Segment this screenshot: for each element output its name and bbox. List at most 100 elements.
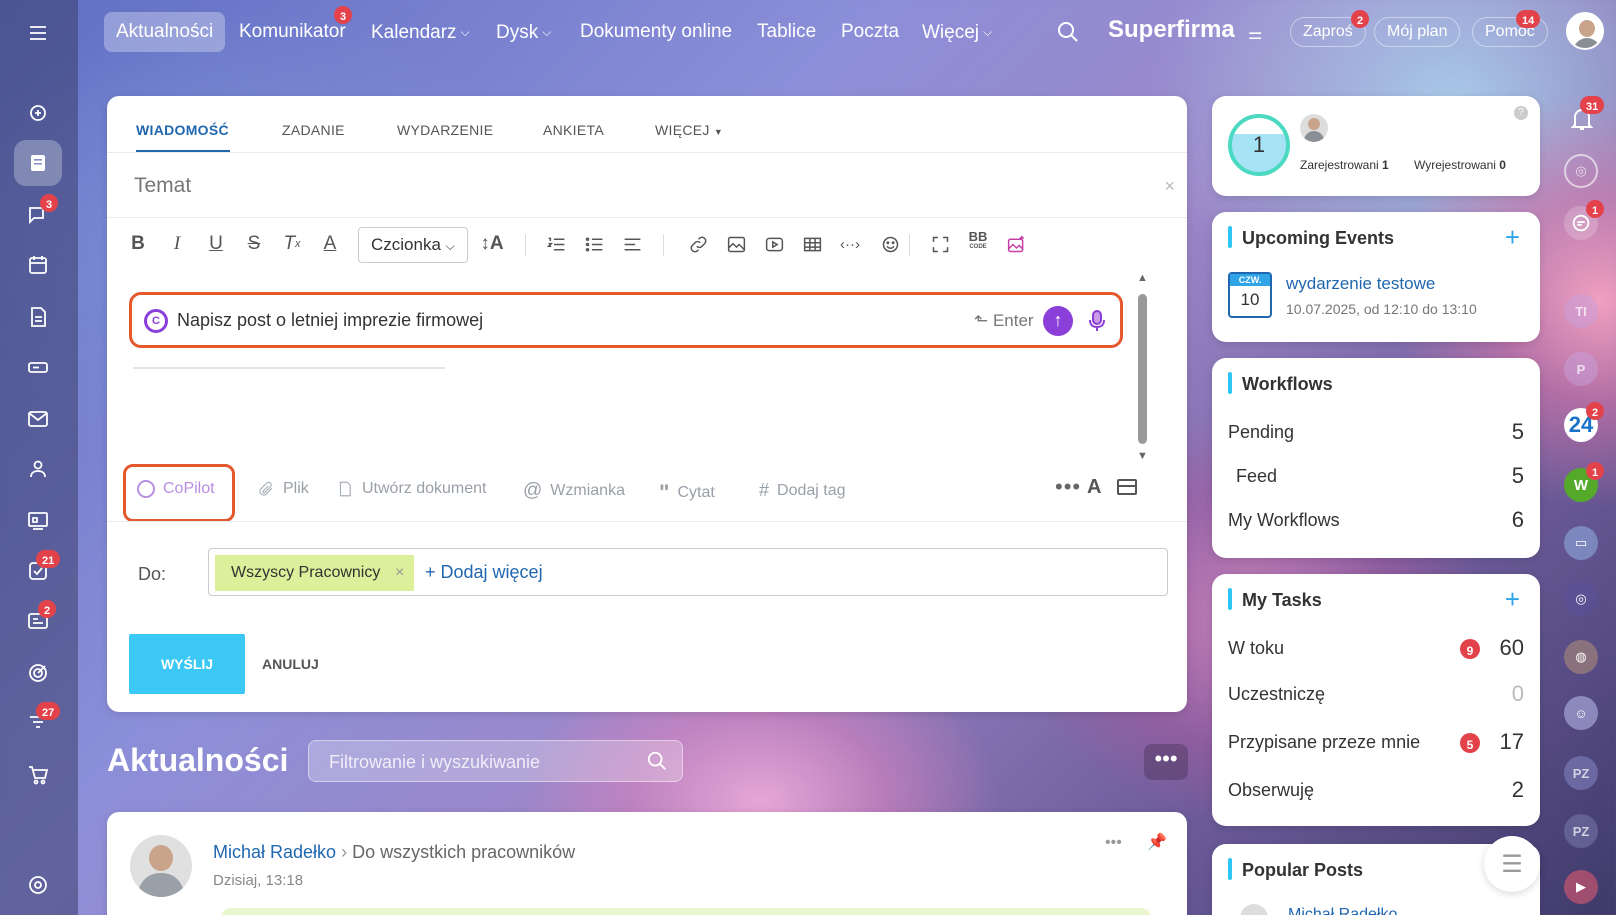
task-row-in-progress[interactable]: W toku 9 60 xyxy=(1228,635,1524,660)
scroll-up-icon[interactable]: ▲ xyxy=(1137,272,1149,284)
submit-arrow-icon[interactable]: ↑ xyxy=(1043,306,1073,336)
document-icon[interactable] xyxy=(14,294,62,340)
microphone-icon[interactable] xyxy=(1087,307,1107,340)
popular-author[interactable]: Michał Radełko xyxy=(1288,906,1397,915)
task-row-participating[interactable]: Uczestniczę 0 xyxy=(1228,681,1524,706)
strikethrough-icon[interactable]: S xyxy=(241,231,267,257)
search-icon[interactable] xyxy=(1056,20,1080,49)
calendar-icon[interactable] xyxy=(14,242,62,288)
add-task-icon[interactable]: + xyxy=(1505,584,1520,615)
post-more-icon[interactable]: ••• xyxy=(1105,834,1122,852)
ai-image-icon[interactable] xyxy=(1003,231,1029,257)
video-icon[interactable] xyxy=(761,231,787,257)
scrollbar-thumb[interactable] xyxy=(1138,294,1147,444)
contact-avatar-2[interactable]: P xyxy=(1564,352,1598,386)
task-row-assigned[interactable]: Przypisane przeze mnie 5 17 xyxy=(1228,729,1524,754)
crm-icon[interactable]: 2 xyxy=(14,598,62,644)
contact-avatar-4[interactable]: PZ xyxy=(1564,814,1598,848)
add-event-icon[interactable]: + xyxy=(1505,222,1520,253)
task-row-following[interactable]: Obserwuję 2 xyxy=(1228,777,1524,802)
mention-button[interactable]: @ Wzmianka xyxy=(523,480,625,502)
quote-button[interactable]: " Cytat xyxy=(659,480,715,506)
clear-format-icon[interactable]: Tx xyxy=(279,231,305,257)
file-button[interactable]: Plik xyxy=(257,480,309,498)
create-document-button[interactable]: Utwórz dokument xyxy=(336,480,487,498)
link-icon[interactable] xyxy=(685,231,711,257)
panel-toggle-icon[interactable] xyxy=(1117,479,1137,495)
company-name[interactable]: Superfirma xyxy=(1108,16,1235,44)
scroll-down-icon[interactable]: ▼ xyxy=(1137,450,1149,462)
nav-dokumenty[interactable]: Dokumenty online xyxy=(568,12,744,52)
tab-task[interactable]: ZADANIE xyxy=(282,122,345,138)
close-icon[interactable]: × xyxy=(1164,176,1175,197)
align-icon[interactable] xyxy=(619,231,645,257)
nav-aktualnosci[interactable]: Aktualności xyxy=(104,12,226,52)
font-size-icon[interactable]: ↕A xyxy=(479,231,505,257)
search-icon[interactable] xyxy=(646,750,668,777)
send-button[interactable]: WYŚLIJ xyxy=(129,634,245,694)
bold-icon[interactable]: B xyxy=(125,231,151,257)
add-tag-button[interactable]: # Dodaj tag xyxy=(759,480,846,501)
subject-field[interactable]: Temat xyxy=(134,174,191,198)
underline-icon[interactable]: U xyxy=(203,231,229,257)
nav-wiecej[interactable]: Więcej ⌵ xyxy=(910,12,1004,52)
add-more-link[interactable]: + Dodaj więcej xyxy=(425,562,543,583)
feed-search[interactable]: Filtrowanie i wyszukiwanie xyxy=(308,740,683,782)
settings-icon[interactable] xyxy=(14,862,62,908)
font-select[interactable]: Czcionka ⌵ xyxy=(358,227,468,263)
fullscreen-icon[interactable] xyxy=(927,231,953,257)
copilot-chat-icon[interactable]: ◎ xyxy=(1564,582,1598,616)
nav-kalendarz[interactable]: Kalendarz ⌵ xyxy=(359,12,482,52)
copilot-prompt-input[interactable]: Napisz post o letniej imprezie firmowej xyxy=(177,310,483,331)
my-plan-button[interactable]: Mój plan xyxy=(1374,17,1461,47)
employees-icon[interactable] xyxy=(14,446,62,492)
nav-tablice[interactable]: Tablice xyxy=(745,12,828,52)
post-audience[interactable]: Do wszystkich pracowników xyxy=(352,842,575,862)
contact-avatar-3[interactable]: PZ xyxy=(1564,756,1598,790)
contact-avatar-1[interactable]: TI xyxy=(1564,294,1598,328)
feed-search-input[interactable]: Filtrowanie i wyszukiwanie xyxy=(329,752,540,773)
event-title[interactable]: wydarzenie testowe xyxy=(1286,274,1435,294)
post-author[interactable]: Michał Radełko xyxy=(213,842,336,862)
mail-icon[interactable] xyxy=(14,396,62,442)
list-icon[interactable]: ☰ xyxy=(1484,836,1540,892)
tab-more[interactable]: WIĘCEJ ▼ xyxy=(655,122,723,138)
pin-icon[interactable]: 📌 xyxy=(1147,832,1167,852)
video-call-icon[interactable]: ▶ xyxy=(1564,870,1598,904)
more-dots-icon[interactable]: ••• xyxy=(1055,474,1081,500)
numbered-list-icon[interactable] xyxy=(543,231,569,257)
projects-icon[interactable]: 27 xyxy=(14,700,62,746)
nav-dysk[interactable]: Dysk ⌵ xyxy=(484,12,563,52)
drive-icon[interactable] xyxy=(14,344,62,390)
shop-icon[interactable] xyxy=(14,752,62,798)
author-avatar[interactable] xyxy=(130,835,192,897)
feed-icon[interactable] xyxy=(14,140,62,186)
remove-recipient-icon[interactable]: × xyxy=(395,555,404,591)
bullet-list-icon[interactable] xyxy=(581,231,607,257)
code-icon[interactable]: ‹··› xyxy=(837,231,863,257)
workflow-row-my[interactable]: My Workflows 6 xyxy=(1228,507,1524,532)
sites-icon[interactable] xyxy=(14,498,62,544)
tab-message[interactable]: WIADOMOŚĆ xyxy=(136,122,229,138)
group-chat-icon[interactable]: ☺ xyxy=(1564,696,1598,730)
italic-icon[interactable]: I xyxy=(164,231,190,257)
goals-icon[interactable]: ◎ xyxy=(1564,154,1598,188)
bbcode-icon[interactable]: BB CODE xyxy=(965,229,991,255)
text-format-icon[interactable]: A xyxy=(1087,476,1101,499)
help-icon[interactable]: ? xyxy=(1514,106,1528,120)
menu-icon[interactable] xyxy=(14,10,62,56)
nav-poczta[interactable]: Poczta xyxy=(829,12,911,52)
group-avatar[interactable]: ◍ xyxy=(1564,640,1598,674)
emoji-icon[interactable] xyxy=(877,231,903,257)
chat-icon[interactable]: 3 xyxy=(14,192,62,238)
font-color-icon[interactable]: A xyxy=(317,231,343,257)
sparkle-icon[interactable] xyxy=(14,90,62,136)
table-icon[interactable] xyxy=(799,231,825,257)
tasks-icon[interactable]: 21 xyxy=(14,548,62,594)
copilot-button[interactable]: CoPilot xyxy=(137,480,215,498)
recipients-field[interactable]: Wszyscy Pracownicy × + Dodaj więcej xyxy=(208,548,1168,596)
tab-event[interactable]: WYDARZENIE xyxy=(397,122,493,138)
sliders-icon[interactable]: ⚌ xyxy=(1248,24,1262,44)
image-icon[interactable] xyxy=(723,231,749,257)
stats-counter[interactable]: 1 xyxy=(1228,114,1290,176)
